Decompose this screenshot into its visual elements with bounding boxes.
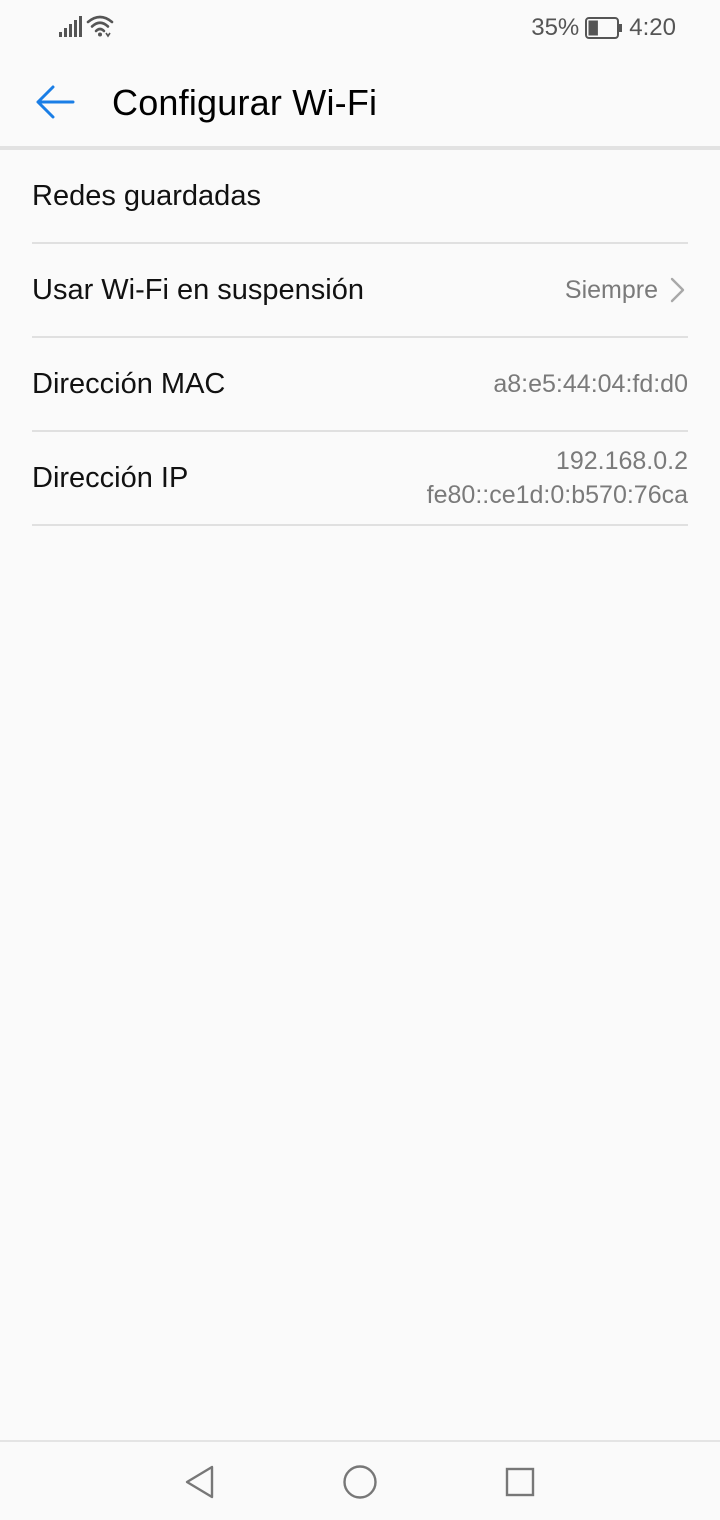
ip-address-label: Dirección IP bbox=[32, 461, 189, 494]
page-title: Configurar Wi-Fi bbox=[112, 82, 378, 123]
sleep-policy-value-group: Siempre bbox=[565, 273, 688, 307]
recents-square-icon bbox=[505, 1467, 535, 1497]
app-bar: Configurar Wi-Fi bbox=[0, 56, 720, 148]
mac-address-item: Dirección MAC a8:e5:44:04:fd:d0 bbox=[32, 338, 688, 432]
signal-icon bbox=[59, 16, 82, 37]
settings-list: Redes guardadas Usar Wi-Fi en suspensión… bbox=[32, 150, 688, 526]
ipv6-address: fe80::ce1d:0:b570:76ca bbox=[426, 481, 688, 509]
sleep-policy-value: Siempre bbox=[564, 276, 658, 304]
sleep-policy-label: Usar Wi-Fi en suspensión bbox=[32, 273, 364, 306]
ip-address-values: 192.168.0.2 fe80::ce1d:0:b570:76ca bbox=[427, 444, 688, 512]
back-triangle-icon bbox=[185, 1465, 214, 1499]
battery-icon bbox=[585, 17, 623, 39]
clock: 4:20 bbox=[629, 14, 676, 41]
status-bar: 35% 4:20 bbox=[0, 0, 720, 56]
nav-home-button[interactable] bbox=[336, 1460, 384, 1504]
nav-back-button[interactable] bbox=[176, 1460, 224, 1504]
saved-networks-item[interactable]: Redes guardadas bbox=[32, 150, 688, 244]
saved-networks-label: Redes guardadas bbox=[32, 179, 261, 212]
ipv4-address: 192.168.0.2 bbox=[555, 447, 688, 475]
wifi-icon bbox=[86, 15, 114, 38]
home-circle-icon bbox=[343, 1465, 377, 1499]
arrow-back-icon bbox=[36, 85, 75, 119]
back-button[interactable] bbox=[28, 78, 82, 126]
nav-recents-button[interactable] bbox=[496, 1460, 544, 1504]
ip-address-item: Dirección IP 192.168.0.2 fe80::ce1d:0:b5… bbox=[32, 432, 688, 526]
mac-address-label: Dirección MAC bbox=[32, 367, 226, 400]
battery-percent: 35% bbox=[531, 14, 580, 41]
navigation-bar bbox=[0, 1440, 720, 1520]
chevron-right-icon bbox=[670, 277, 685, 303]
status-right: 35% 4:20 bbox=[531, 14, 676, 42]
mac-address-value: a8:e5:44:04:fd:d0 bbox=[493, 370, 688, 398]
sleep-policy-item[interactable]: Usar Wi-Fi en suspensión Siempre bbox=[32, 244, 688, 338]
